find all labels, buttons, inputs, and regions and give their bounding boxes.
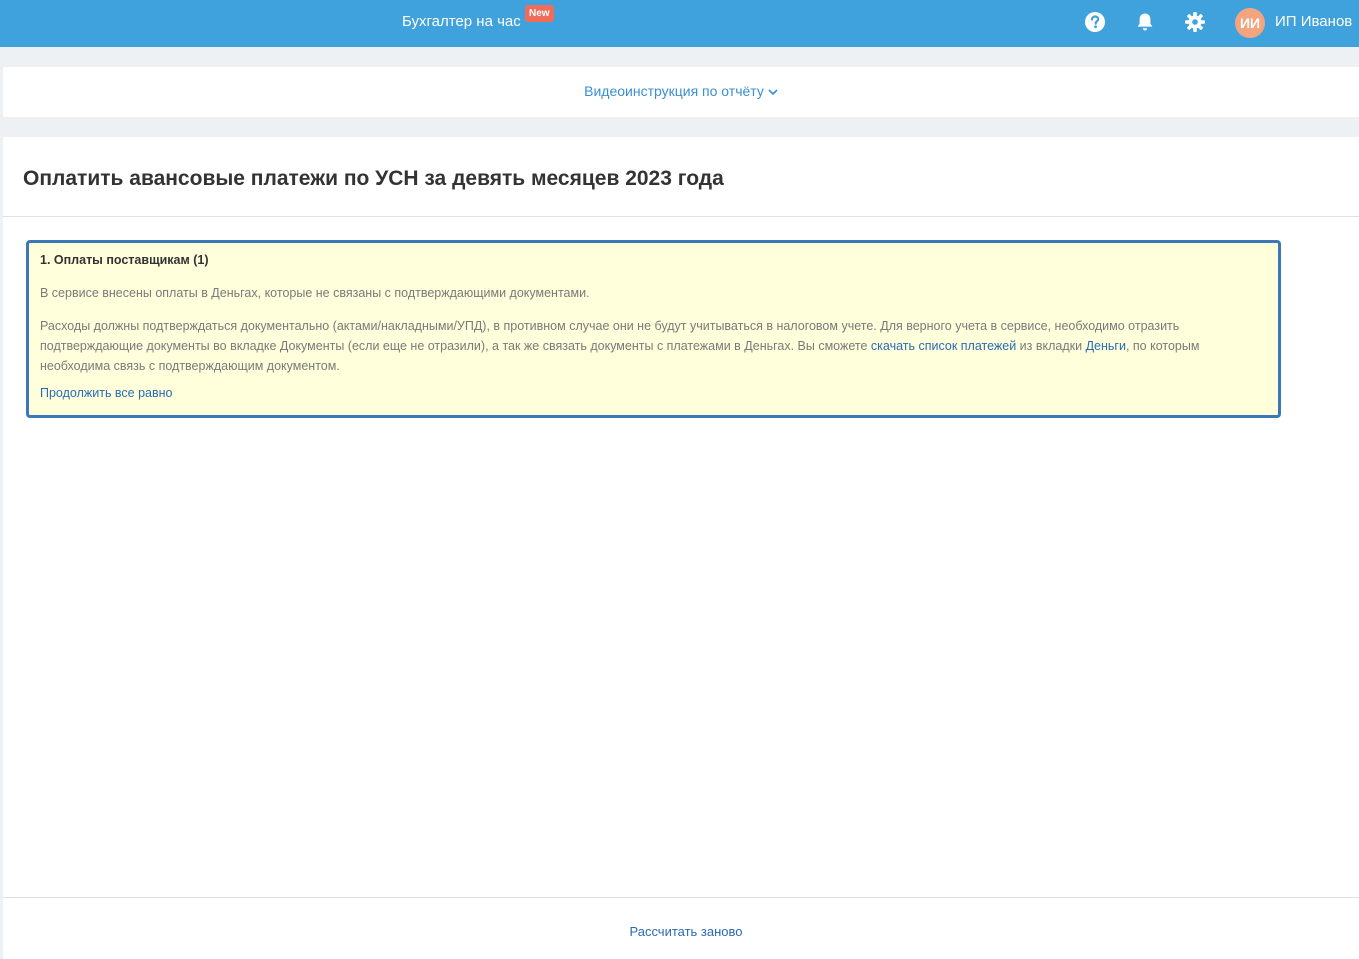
money-tab-link[interactable]: Деньги: [1086, 339, 1126, 353]
gear-icon[interactable]: [1184, 11, 1206, 33]
accountant-promo-link[interactable]: Бухгалтер на час: [402, 13, 521, 30]
top-bar: Бухгалтер на час New ИИ ИП Иванов: [0, 0, 1359, 47]
video-instruction-toggle[interactable]: Видеоинструкция по отчёту: [584, 83, 778, 99]
divider: [3, 216, 1359, 217]
supplier-payments-warning: 1. Оплаты поставщикам (1) В сервисе внес…: [26, 240, 1281, 418]
video-instruction-label: Видеоинструкция по отчёту: [584, 83, 764, 99]
chevron-down-icon: [768, 89, 778, 95]
warning-title: 1. Оплаты поставщикам (1): [40, 253, 209, 267]
continue-anyway-link[interactable]: Продолжить все равно: [40, 386, 1267, 400]
new-badge: New: [525, 5, 554, 22]
report-panel: Оплатить авансовые платежи по УСН за дев…: [3, 137, 1359, 959]
warning-text-part2: из вкладки: [1016, 339, 1086, 353]
recalculate-link[interactable]: Рассчитать заново: [3, 924, 1359, 939]
help-icon[interactable]: [1084, 11, 1106, 33]
divider: [3, 897, 1359, 898]
user-name[interactable]: ИП Иванов: [1275, 13, 1352, 30]
download-payments-link[interactable]: скачать список платежей: [871, 339, 1016, 353]
video-instruction-panel: Видеоинструкция по отчёту: [3, 67, 1359, 117]
warning-text-details: Расходы должны подтверждаться документал…: [40, 316, 1267, 376]
bell-icon[interactable]: [1134, 11, 1156, 33]
avatar[interactable]: ИИ: [1235, 8, 1265, 38]
page-title: Оплатить авансовые платежи по УСН за дев…: [23, 167, 724, 190]
warning-text-intro: В сервисе внесены оплаты в Деньгах, кото…: [40, 286, 590, 300]
